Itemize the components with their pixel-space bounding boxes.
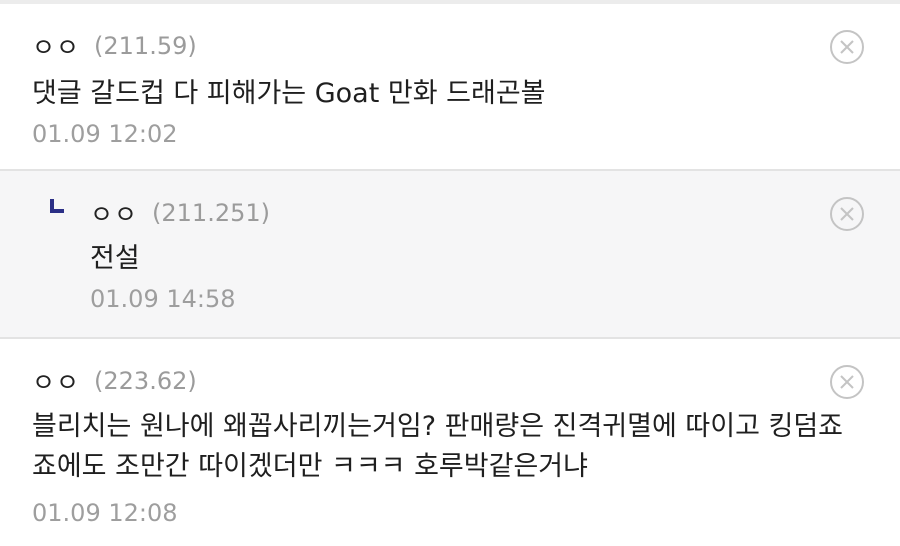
comment-date: 01.09 14:58 [90,285,236,313]
comment-text-line: 죠에도 조만간 따이겠더만 ㅋㅋㅋ 호루박같은거냐 [32,451,588,482]
comment-item: ㅇㅇ (211.59) 댓글 갈드컵 다 피해가는 Goat 만화 드래곤볼 0… [0,4,900,171]
nickname[interactable]: ㅇㅇ [32,28,80,64]
reply-arrow-icon [50,199,64,213]
comment-header: ㅇㅇ (211.251) [90,197,270,229]
comment-text: 블리치는 원나에 왜꼽사리끼는거임? 판매량은 진격귀멸에 따이고 킹덤죠 죠에… [32,407,843,487]
comment-text-line: 블리치는 원나에 왜꼽사리끼는거임? 판매량은 진격귀멸에 따이고 킹덤죠 [32,411,844,442]
delete-button[interactable] [830,30,864,64]
nickname[interactable]: ㅇㅇ [90,195,138,231]
delete-button[interactable] [830,197,864,231]
comment-date: 01.09 12:02 [32,120,178,148]
close-icon [840,40,854,54]
comment-header: ㅇㅇ (211.59) [32,30,197,62]
comment-text: 댓글 갈드컵 다 피해가는 Goat 만화 드래곤볼 [32,78,546,109]
comment-header: ㅇㅇ (223.62) [32,365,197,397]
reply-item: ㅇㅇ (211.251) 전설 01.09 14:58 [0,171,900,339]
ip-address: (211.59) [94,32,197,60]
comment-date: 01.09 12:08 [32,499,178,527]
close-icon [840,207,854,221]
ip-address: (211.251) [152,199,270,227]
close-icon [840,375,854,389]
ip-address: (223.62) [94,367,197,395]
nickname[interactable]: ㅇㅇ [32,363,80,399]
delete-button[interactable] [830,365,864,399]
comment-list: ㅇㅇ (211.59) 댓글 갈드컵 다 피해가는 Goat 만화 드래곤볼 0… [0,0,900,546]
comment-item: ㅇㅇ (223.62) 블리치는 원나에 왜꼽사리끼는거임? 판매량은 진격귀멸… [0,339,900,546]
comment-text: 전설 [90,243,140,274]
